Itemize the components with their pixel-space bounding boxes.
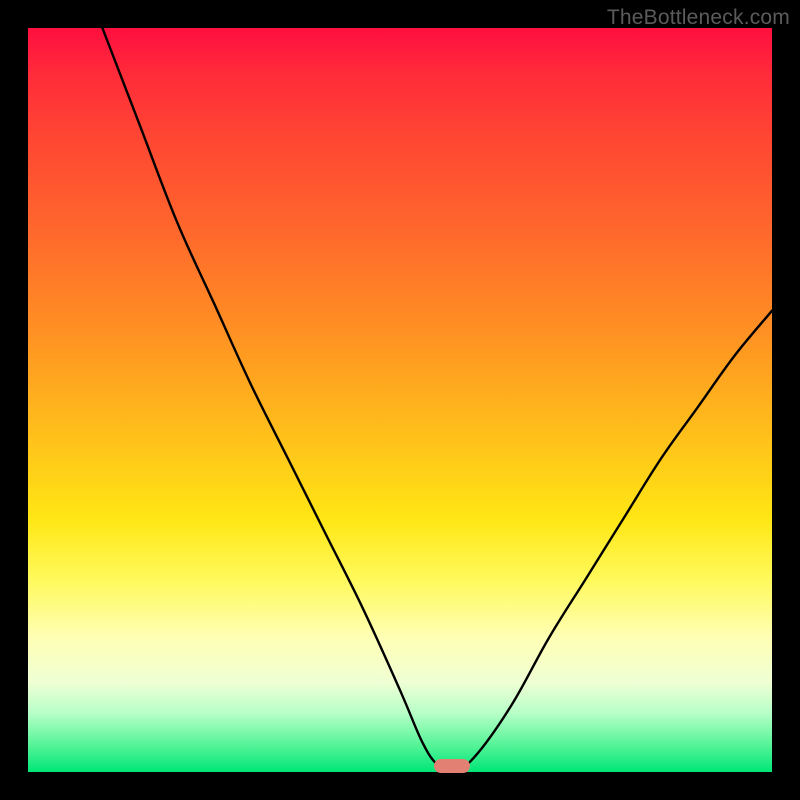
bottleneck-curve — [28, 28, 772, 772]
plot-area — [28, 28, 772, 772]
optimal-point-marker — [434, 759, 470, 773]
chart-frame: TheBottleneck.com — [0, 0, 800, 800]
watermark-text: TheBottleneck.com — [607, 6, 790, 30]
